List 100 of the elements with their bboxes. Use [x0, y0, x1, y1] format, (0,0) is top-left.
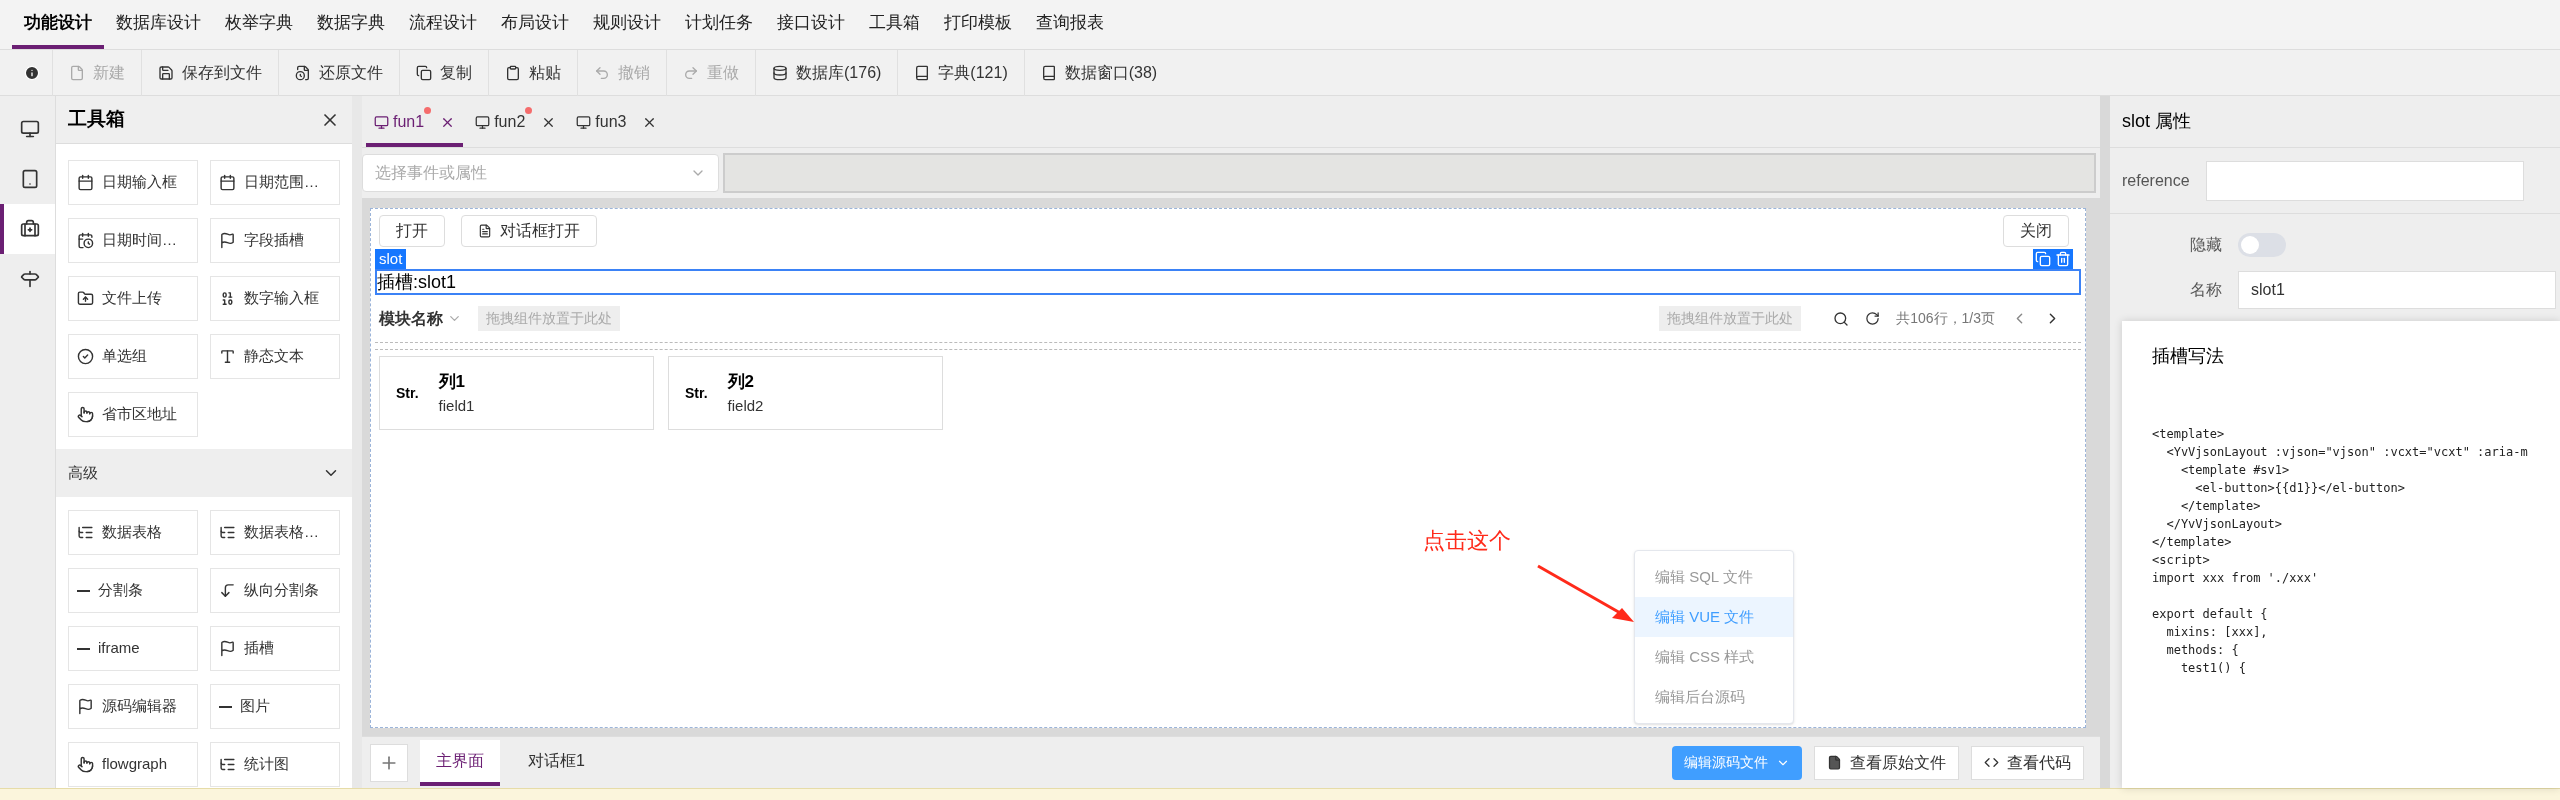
toolbox-icon[interactable]	[0, 204, 55, 254]
add-button[interactable]	[370, 743, 408, 782]
calendar-icon	[219, 174, 236, 191]
folder-upload-icon	[77, 290, 94, 307]
reference-field[interactable]	[2205, 160, 2524, 201]
field-name: field2	[727, 395, 764, 416]
menu-tab[interactable]: 数据字典	[305, 1, 397, 49]
toolbox-item[interactable]: flowgraph	[68, 742, 198, 787]
close-button[interactable]: 关闭	[2003, 215, 2069, 247]
toolbar-button[interactable]: 数据库(176)	[755, 49, 898, 96]
menu-tab[interactable]: 打印模板	[932, 1, 1024, 49]
copy-icon	[416, 64, 432, 81]
tree-list-icon	[219, 524, 236, 541]
toolbox-item[interactable]: 省市区地址	[68, 392, 198, 437]
corner-arrow-icon	[219, 582, 236, 599]
page-tab[interactable]: 对话框1	[512, 739, 601, 786]
toolbox-item[interactable]: 数字输入框	[210, 276, 340, 321]
copy-icon[interactable]	[2035, 251, 2051, 267]
expression-field[interactable]	[723, 153, 2096, 193]
info-icon[interactable]	[24, 64, 40, 81]
toolbox-item[interactable]: iframe	[68, 626, 198, 671]
view-code-button[interactable]: 查看代码	[1971, 745, 2084, 780]
toolbox-item[interactable]: 静态文本	[210, 334, 340, 379]
code-line: import xxx from './xxx'	[2152, 570, 2320, 587]
flag-icon	[219, 232, 236, 249]
tree-list-icon	[219, 756, 236, 773]
code-line: <YvVjsonLayout :vjson="vjson" :vcxt="vcxt" :aria-m	[2165, 444, 2529, 461]
toolbox-item[interactable]: 统计图	[210, 742, 340, 787]
toolbar-button[interactable]: 粘贴	[488, 49, 577, 96]
toolbox-item[interactable]: 源码编辑器	[68, 684, 198, 729]
code-line: </template>	[2179, 498, 2262, 515]
monitor-icon	[475, 114, 491, 130]
page-tab[interactable]: 主界面	[420, 739, 500, 786]
menu-tab[interactable]: 数据库设计	[104, 1, 213, 49]
flag-icon	[219, 640, 236, 657]
calendar-icon	[77, 174, 94, 191]
slot-container[interactable]: 插槽:slot1	[375, 269, 2081, 295]
type-label: Str.	[396, 383, 419, 403]
toolbar-button[interactable]: 复制	[399, 49, 488, 96]
menu-tab[interactable]: 工具箱	[857, 1, 932, 49]
card-title: 列1	[438, 371, 467, 393]
search-icon[interactable]	[1833, 310, 1850, 327]
menu-tab[interactable]: 接口设计	[765, 1, 857, 49]
toolbox-item[interactable]: 数据表格	[68, 510, 198, 555]
toolbox-item[interactable]: 日期时间…	[68, 218, 198, 263]
hand-pointer-icon	[77, 406, 94, 423]
section-header[interactable]: 高级	[56, 449, 352, 497]
toolbox-item[interactable]: 日期输入框	[68, 160, 198, 205]
code-line: </template>	[2152, 534, 2233, 551]
toolbox-item[interactable]: 图片	[210, 684, 340, 729]
field-label: 隐藏	[2190, 235, 2222, 255]
toolbar-button[interactable]: 保存到文件	[141, 49, 278, 96]
file-icon	[1827, 755, 1842, 770]
file-clock-icon	[295, 64, 311, 81]
flag-icon	[77, 698, 94, 715]
toolbox-item[interactable]: 单选组	[68, 334, 198, 379]
menu-tab[interactable]: 规则设计	[581, 1, 673, 49]
toolbox-item[interactable]: 插槽	[210, 626, 340, 671]
toolbox-item[interactable]: 文件上传	[68, 276, 198, 321]
slot-badge: slot	[375, 249, 407, 269]
name-field[interactable]: slot1	[2238, 271, 2556, 309]
toolbox-item[interactable]: 数据表格…	[210, 510, 340, 555]
code-line: </YvVjsonLayout>	[2165, 516, 2284, 533]
panel-title: slot 属性	[2122, 110, 2191, 133]
toolbar-button[interactable]: 还原文件	[278, 49, 399, 96]
hidden-switch[interactable]	[2238, 233, 2286, 257]
canvas-button[interactable]: 打开	[379, 215, 445, 247]
popup-title: 插槽写法	[2152, 345, 2225, 368]
canvas-button[interactable]: 对话框打开	[461, 215, 597, 247]
toolbox-item[interactable]: 日期范围…	[210, 160, 340, 205]
delete-icon[interactable]	[2055, 251, 2071, 267]
toolbox-item[interactable]: 纵向分割条	[210, 568, 340, 613]
monitor-icon	[374, 114, 389, 130]
code-line: mixins: [xxx],	[2165, 624, 2269, 641]
line-icon	[219, 705, 232, 708]
file-tab[interactable]: fun3	[568, 101, 666, 147]
field-label: reference	[2122, 170, 2190, 191]
menu-tab[interactable]: 查询报表	[1024, 1, 1116, 49]
menu-tab[interactable]: 计划任务	[673, 1, 765, 49]
toolbox-item[interactable]: 分割条	[68, 568, 198, 613]
hand-pointer-icon	[77, 756, 94, 773]
toolbar-button[interactable]: 数据窗口(38)	[1023, 49, 1174, 96]
redo-icon	[683, 64, 699, 81]
menu-tab[interactable]: 枚举字典	[213, 1, 305, 49]
menu-tab[interactable]: 流程设计	[397, 1, 489, 49]
code-line: <script>	[2152, 552, 2211, 569]
view-file-button[interactable]: 查看原始文件	[1814, 745, 1959, 780]
monitor-icon	[576, 114, 592, 130]
undo-icon	[594, 64, 610, 81]
toolbox-item[interactable]: 字段插槽	[210, 218, 340, 263]
file-tab[interactable]: fun1	[366, 101, 464, 147]
field-card[interactable]: Str. 列2 field2	[668, 356, 943, 430]
refresh-icon[interactable]	[1865, 311, 1881, 326]
toolbox-title: 工具箱	[68, 107, 125, 132]
menu-tab[interactable]: 布局设计	[489, 1, 581, 49]
toolbar-button[interactable]: 字典(121)	[897, 49, 1024, 96]
code-line: <template #sv1>	[2179, 462, 2291, 479]
file-tab[interactable]: fun2	[467, 101, 565, 147]
type-label: Str.	[685, 383, 708, 403]
field-card[interactable]: Str. 列1 field1	[379, 356, 654, 430]
